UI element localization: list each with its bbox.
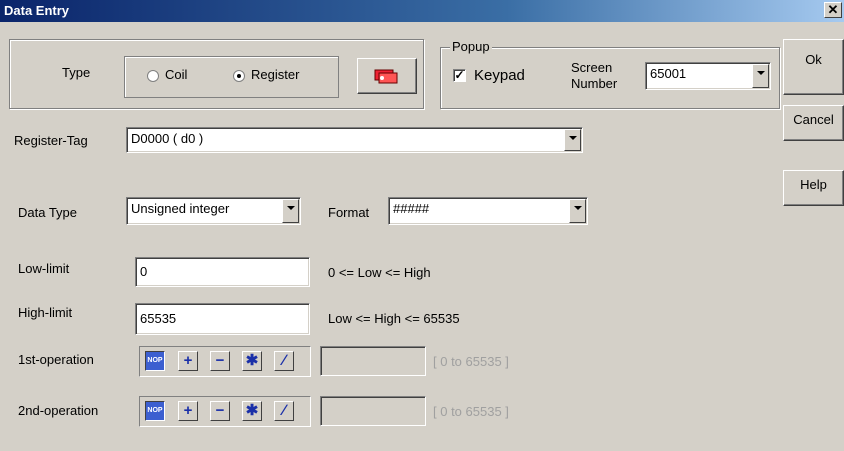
low-limit-hint: 0 <= Low <= High — [328, 265, 431, 280]
nop-icon[interactable]: NOP — [145, 401, 165, 421]
tag-icon — [374, 69, 398, 84]
op1-range: [ 0 to 65535 ] — [433, 354, 509, 369]
low-limit-label: Low-limit — [18, 261, 70, 276]
format-select[interactable]: ##### — [388, 197, 588, 225]
op1-label: 1st-operation — [18, 352, 94, 367]
multiply-icon[interactable]: ✱ — [242, 401, 262, 421]
plus-icon[interactable]: + — [178, 351, 198, 371]
ok-button[interactable]: Ok — [783, 39, 844, 95]
register-label: Register — [251, 67, 300, 82]
register-tag-label: Register-Tag — [14, 133, 88, 148]
data-type-label: Data Type — [18, 205, 78, 220]
data-type-value: Unsigned integer — [131, 201, 230, 216]
high-limit-label: High-limit — [18, 305, 73, 320]
format-value: ##### — [393, 201, 430, 216]
op2-operand-input[interactable] — [320, 396, 426, 426]
cancel-button[interactable]: Cancel — [783, 105, 844, 141]
coil-label: Coil — [165, 67, 188, 82]
help-button[interactable]: Help — [783, 170, 844, 206]
minus-icon[interactable]: − — [210, 401, 230, 421]
chevron-down-icon[interactable] — [752, 64, 769, 88]
title-bar: Data Entry ✕ — [0, 0, 844, 22]
op2-toolbar: NOP + − ✱ ∕ — [139, 396, 311, 427]
data-type-select[interactable]: Unsigned integer — [126, 197, 301, 225]
format-label: Format — [328, 205, 370, 220]
op2-range: [ 0 to 65535 ] — [433, 404, 509, 419]
divide-icon[interactable]: ∕ — [274, 401, 294, 421]
chevron-down-icon[interactable] — [282, 199, 299, 223]
type-label: Type — [62, 65, 91, 80]
keypad-checkbox[interactable]: ✓ — [453, 69, 466, 82]
minus-icon[interactable]: − — [210, 351, 230, 371]
low-limit-value: 0 — [140, 264, 148, 279]
screen-number-select[interactable]: 65001 — [645, 62, 771, 90]
screen-number-value: 65001 — [650, 66, 687, 81]
plus-icon[interactable]: + — [178, 401, 198, 421]
op1-operand-input[interactable] — [320, 346, 426, 376]
op1-toolbar: NOP + − ✱ ∕ — [139, 346, 311, 377]
high-limit-hint: Low <= High <= 65535 — [328, 311, 460, 326]
tag-browse-button[interactable] — [357, 58, 417, 94]
register-radio[interactable] — [233, 70, 245, 82]
coil-radio[interactable] — [147, 70, 159, 82]
window-title: Data Entry — [4, 3, 70, 18]
op2-label: 2nd-operation — [18, 403, 99, 418]
popup-legend: Popup — [450, 39, 492, 54]
close-icon[interactable]: ✕ — [824, 2, 842, 18]
register-tag-select[interactable]: D0000 ( d0 ) — [126, 127, 583, 153]
divide-icon[interactable]: ∕ — [274, 351, 294, 371]
low-limit-input[interactable]: 0 — [135, 257, 310, 287]
high-limit-value: 65535 — [140, 311, 177, 326]
nop-icon[interactable]: NOP — [145, 351, 165, 371]
register-tag-value: D0000 ( d0 ) — [131, 131, 204, 146]
multiply-icon[interactable]: ✱ — [242, 351, 262, 371]
high-limit-input[interactable]: 65535 — [135, 303, 310, 335]
number-label: Number — [571, 76, 618, 91]
screen-label: Screen — [571, 60, 613, 75]
chevron-down-icon[interactable] — [569, 199, 586, 223]
keypad-label: Keypad — [474, 67, 525, 84]
chevron-down-icon[interactable] — [564, 129, 581, 151]
